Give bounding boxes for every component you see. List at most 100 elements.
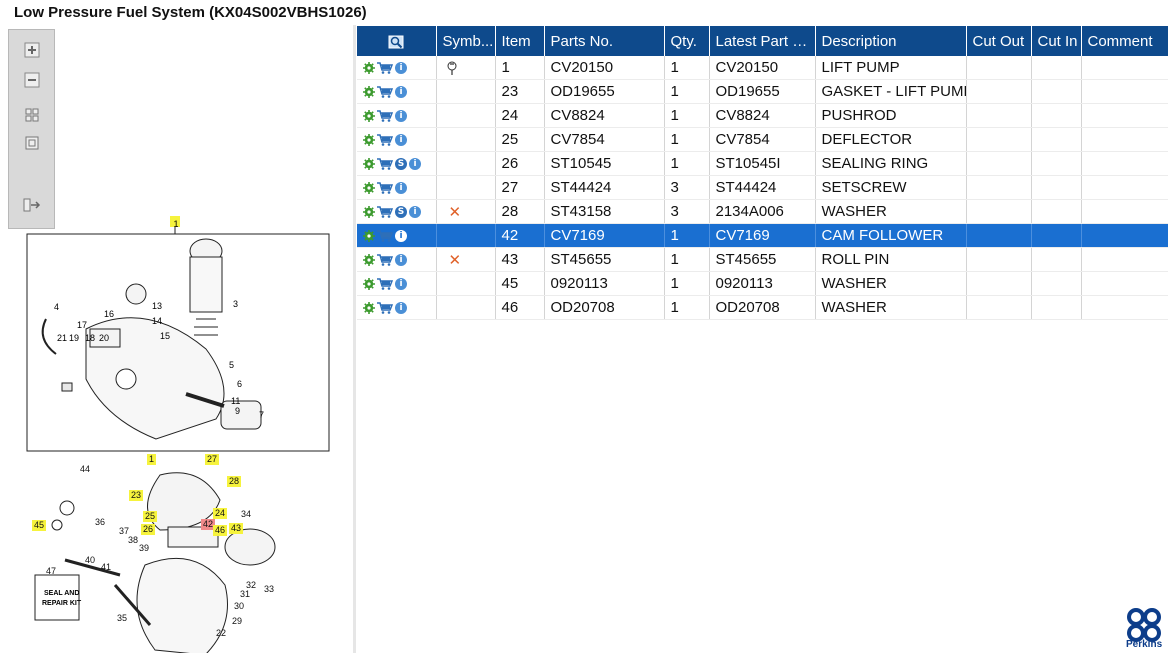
cell-cut-out (966, 79, 1032, 104)
pane-splitter[interactable] (353, 25, 356, 653)
gear-icon[interactable] (363, 302, 375, 315)
table-row[interactable]: i 23 OD19655 1 OD19655 GASKET - LIFT PUMP (357, 79, 1168, 104)
svg-text:20: 20 (99, 333, 109, 343)
column-header-tools[interactable] (357, 26, 437, 56)
callout-25[interactable]: 25 (143, 511, 158, 522)
supersession-icon[interactable]: S (395, 206, 407, 219)
gear-icon[interactable] (363, 182, 375, 195)
table-row[interactable]: i ✕ 43 ST45655 1 ST45655 ROLL PIN (357, 247, 1168, 272)
cell-description: SEALING RING (815, 151, 967, 176)
info-icon[interactable]: i (395, 302, 407, 315)
column-header-comment[interactable]: Comment (1081, 26, 1168, 56)
column-header-description[interactable]: Description (815, 26, 967, 56)
info-icon[interactable]: i (395, 182, 407, 195)
gear-icon[interactable] (363, 62, 375, 75)
info-icon[interactable]: i (409, 158, 421, 171)
cart-icon[interactable] (377, 182, 393, 194)
cart-icon[interactable] (377, 206, 393, 218)
info-icon[interactable]: i (395, 86, 407, 99)
cell-cut-in (1031, 295, 1082, 320)
row-actions: i (357, 127, 437, 152)
gear-icon[interactable] (363, 206, 375, 219)
cell-part-no: ST45655 (544, 247, 665, 272)
info-icon[interactable]: i (395, 278, 407, 291)
callout-43[interactable]: 43 (229, 523, 244, 534)
table-row[interactable]: i 24 CV8824 1 CV8824 PUSHROD (357, 103, 1168, 128)
supersession-icon[interactable]: S (395, 158, 407, 171)
info-icon[interactable]: i (395, 110, 407, 123)
cell-cut-in (1031, 79, 1082, 104)
gear-icon[interactable] (363, 230, 375, 243)
column-header-cut-in[interactable]: Cut In (1031, 26, 1082, 56)
cell-symbol (436, 79, 496, 104)
cart-icon[interactable] (377, 254, 393, 266)
cart-icon[interactable] (377, 134, 393, 146)
callout-28[interactable]: 28 (227, 476, 242, 487)
cell-part-no: ST43158 (544, 199, 665, 224)
table-row[interactable]: i 42 CV7169 1 CV7169 CAM FOLLOWER (357, 223, 1168, 248)
cart-icon[interactable] (377, 230, 393, 242)
gear-icon[interactable] (363, 158, 375, 171)
info-icon[interactable]: i (395, 134, 407, 147)
cell-cut-in (1031, 271, 1082, 296)
zoom-in-icon[interactable] (22, 40, 42, 60)
cell-symbol (436, 103, 496, 128)
cell-comment (1081, 199, 1168, 224)
cell-description: PUSHROD (815, 103, 967, 128)
callout-26[interactable]: 26 (141, 524, 156, 535)
column-header-parts-no[interactable]: Parts No. (544, 26, 665, 56)
callout-1[interactable]: 1 (147, 454, 157, 465)
fit-icon[interactable] (22, 105, 42, 125)
svg-text:14: 14 (152, 316, 162, 326)
cell-description: ROLL PIN (815, 247, 967, 272)
column-header-symbol[interactable]: Symb... (436, 26, 496, 56)
column-header-cut-out[interactable]: Cut Out (966, 26, 1032, 56)
label-34: 34 (241, 509, 252, 519)
cell-symbol (436, 271, 496, 296)
gear-icon[interactable] (363, 86, 375, 99)
gear-icon[interactable] (363, 134, 375, 147)
table-row[interactable]: Si ✕ 28 ST43158 3 2134A006 WASHER (357, 199, 1168, 224)
table-row[interactable]: i 25 CV7854 1 CV7854 DEFLECTOR (357, 127, 1168, 152)
cell-cut-out (966, 271, 1032, 296)
callout-45[interactable]: 45 (32, 520, 47, 531)
column-header-latest-part-no[interactable]: Latest Part No. (709, 26, 816, 56)
cart-icon[interactable] (377, 62, 393, 74)
info-icon[interactable]: i (409, 206, 421, 219)
gear-icon[interactable] (363, 254, 375, 267)
label-41: 41 (101, 562, 112, 572)
actual-size-icon[interactable] (22, 133, 42, 153)
cart-icon[interactable] (377, 158, 393, 170)
info-icon[interactable]: i (395, 254, 407, 267)
cart-icon[interactable] (377, 110, 393, 122)
info-icon[interactable]: i (395, 230, 407, 243)
cart-icon[interactable] (377, 278, 393, 290)
diagram-toolbar (8, 29, 55, 229)
cart-icon[interactable] (377, 302, 393, 314)
zoom-out-icon[interactable] (22, 70, 42, 90)
column-header-qty[interactable]: Qty. (664, 26, 710, 56)
diagram-pane[interactable]: 1 2 3 4 5 6 7 8 9 10 11 12 13 14 15 16 1… (0, 25, 352, 653)
table-row[interactable]: i 27 ST44424 3 ST44424 SETSCREW (357, 175, 1168, 200)
callout-24[interactable]: 24 (213, 508, 228, 519)
cell-description: WASHER (815, 271, 967, 296)
table-row[interactable]: i 46 OD20708 1 OD20708 WASHER (357, 295, 1168, 320)
table-row[interactable]: i 1 CV20150 1 CV20150 LIFT PUMP (357, 56, 1168, 80)
gear-icon[interactable] (363, 278, 375, 291)
cell-symbol (436, 127, 496, 152)
cell-cut-in (1031, 175, 1082, 200)
callout-27[interactable]: 27 (205, 454, 220, 465)
gear-icon[interactable] (363, 110, 375, 123)
table-row[interactable]: i 45 0920113 1 0920113 WASHER (357, 271, 1168, 296)
cell-part-no: ST44424 (544, 175, 665, 200)
cell-qty: 1 (664, 79, 710, 104)
column-header-item[interactable]: Item (495, 26, 545, 56)
cart-icon[interactable] (377, 86, 393, 98)
callout-46[interactable]: 46 (213, 525, 228, 536)
table-row[interactable]: Si 26 ST10545 1 ST10545I SEALING RING (357, 151, 1168, 176)
callout-23[interactable]: 23 (129, 490, 144, 501)
cell-description: LIFT PUMP (815, 56, 967, 80)
info-icon[interactable]: i (395, 62, 407, 75)
cell-symbol: ✕ (436, 199, 496, 224)
search-icon[interactable] (388, 34, 404, 50)
